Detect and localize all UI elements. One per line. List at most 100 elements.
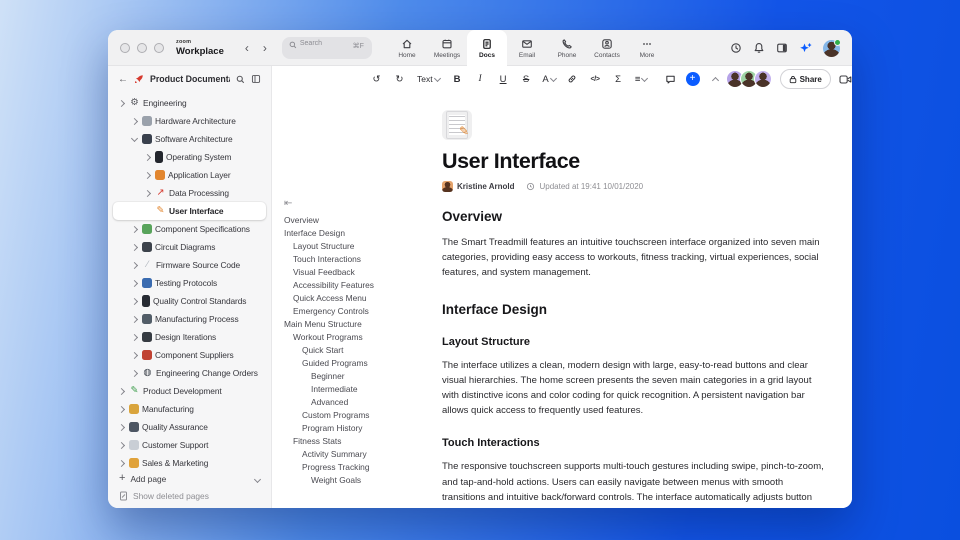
redo-button[interactable]: ↻ — [389, 71, 410, 88]
tab-phone[interactable]: Phone — [547, 30, 587, 66]
sidebar-item-customer-support[interactable]: Customer Support — [113, 436, 266, 454]
main-panel: ↺ ↻ Text B I U S A </> Σ ≡ + Share ⇤ Ove… — [272, 66, 852, 508]
sidebar-item-operating-system[interactable]: Operating System — [113, 148, 266, 166]
strikethrough-button[interactable]: S — [516, 71, 537, 88]
insert-block-button[interactable]: + — [685, 72, 700, 86]
collapse-toolbar-icon[interactable] — [705, 71, 726, 88]
outline-item-beginner[interactable]: Beginner — [284, 370, 432, 383]
workspace-title[interactable]: Product Documenta... — [150, 74, 230, 84]
close-window-button[interactable] — [120, 43, 130, 53]
sidebar-panel-icon[interactable] — [251, 74, 261, 84]
recents-icon[interactable] — [730, 42, 742, 54]
collapse-outline-icon[interactable]: ⇤ — [284, 198, 432, 209]
text-style-dropdown[interactable]: Text — [415, 71, 442, 88]
search-input[interactable]: Search ⌘F — [281, 37, 372, 59]
outline-item-visual-feedback[interactable]: Visual Feedback — [284, 266, 432, 279]
outline-item-quick-access-menu[interactable]: Quick Access Menu — [284, 292, 432, 305]
sidebar-item-circuit-diagrams[interactable]: Circuit Diagrams — [113, 238, 266, 256]
tab-home[interactable]: Home — [387, 30, 427, 66]
page-emoji-memo-icon[interactable]: ✎ — [442, 110, 472, 140]
outline-item-interface-design[interactable]: Interface Design — [284, 227, 432, 240]
outline-item-activity-summary[interactable]: Activity Summary — [284, 448, 432, 461]
collapse-pages-icon[interactable] — [253, 474, 262, 484]
outline-item-main-menu-structure[interactable]: Main Menu Structure — [284, 318, 432, 331]
sidebar-item-firmware-source-code[interactable]: ∕ Firmware Source Code — [113, 256, 266, 274]
tab-docs[interactable]: Docs — [467, 30, 507, 66]
sidebar-item-quality-assurance[interactable]: Quality Assurance — [113, 418, 266, 436]
sidebar-item-manufacturing[interactable]: Manufacturing — [113, 400, 266, 418]
sidebar-item-application-layer[interactable]: Application Layer — [113, 166, 266, 184]
outline-item-touch-interactions[interactable]: Touch Interactions — [284, 253, 432, 266]
outline-item-overview[interactable]: Overview — [284, 214, 432, 227]
outline-item-layout-structure[interactable]: Layout Structure — [284, 240, 432, 253]
page-label: Firmware Source Code — [156, 260, 241, 270]
workspace-back-icon[interactable]: ← — [118, 74, 128, 85]
sidebar-item-engineering-change-orders[interactable]: ◍ Engineering Change Orders — [113, 364, 266, 382]
user-avatar[interactable] — [823, 38, 841, 57]
align-dropdown[interactable]: ≡ — [631, 71, 652, 88]
undo-button[interactable]: ↺ — [366, 71, 387, 88]
chevron-right-icon — [130, 297, 139, 305]
outline-item-emergency-controls[interactable]: Emergency Controls — [284, 305, 432, 318]
screwdriver-icon: ∕ — [146, 259, 149, 271]
sidebar-item-software-architecture[interactable]: Software Architecture — [113, 130, 266, 148]
document-title[interactable]: User Interface — [442, 149, 826, 174]
link-icon[interactable] — [562, 71, 583, 88]
outline-item-intermediate[interactable]: Intermediate — [284, 383, 432, 396]
sidebar-item-hardware-architecture[interactable]: Hardware Architecture — [113, 112, 266, 130]
video-call-icon[interactable] — [839, 74, 852, 85]
chevron-right-icon — [117, 99, 126, 107]
tab-contacts[interactable]: Contacts — [587, 30, 627, 66]
sidebar-item-manufacturing-process[interactable]: Manufacturing Process — [113, 310, 266, 328]
ai-companion-icon[interactable] — [799, 42, 812, 55]
document-area[interactable]: ⇤ Overview Interface Design Layout Structu… — [272, 92, 852, 508]
sidebar-item-data-processing[interactable]: ↗ Data Processing — [113, 184, 266, 202]
sidebar-search-icon[interactable] — [236, 75, 245, 84]
outline-item-workout-programs[interactable]: Workout Programs — [284, 331, 432, 344]
equation-icon[interactable]: Σ — [608, 71, 629, 88]
outline-item-quick-start[interactable]: Quick Start — [284, 344, 432, 357]
tab-meetings[interactable]: Meetings — [427, 30, 467, 66]
notifications-bell-icon[interactable] — [753, 42, 765, 54]
sidebar-item-product-development[interactable]: ✎ Product Development — [113, 382, 266, 400]
outline-item-advanced[interactable]: Advanced — [284, 396, 432, 409]
side-panel-toggle-icon[interactable] — [776, 42, 788, 54]
outline-item-progress-tracking[interactable]: Progress Tracking — [284, 461, 432, 474]
comment-icon[interactable] — [660, 71, 681, 88]
outline-item-accessibility-features[interactable]: Accessibility Features — [284, 279, 432, 292]
page-label: Manufacturing Process — [155, 314, 239, 324]
outline-item-program-history[interactable]: Program History — [284, 422, 432, 435]
tab-more[interactable]: More — [627, 30, 667, 66]
sidebar-item-user-interface[interactable]: ✎ User Interface — [113, 202, 266, 220]
share-button[interactable]: Share — [779, 69, 831, 89]
author-name: Kristine Arnold — [457, 182, 515, 191]
outline-item-custom-programs[interactable]: Custom Programs — [284, 409, 432, 422]
collaborator-avatar[interactable] — [753, 70, 772, 88]
nav-back-button[interactable]: ‹ — [238, 42, 256, 54]
underline-button[interactable]: U — [493, 71, 514, 88]
sidebar-item-engineering[interactable]: ⚙ Engineering — [113, 94, 266, 112]
minimize-window-button[interactable] — [137, 43, 147, 53]
sidebar-item-component-specifications[interactable]: Component Specifications — [113, 220, 266, 238]
sidebar-item-quality-control-standards[interactable]: Quality Control Standards — [113, 292, 266, 310]
sidebar-item-testing-protocols[interactable]: Testing Protocols — [113, 274, 266, 292]
page-label: Design Iterations — [155, 332, 217, 342]
chevron-right-icon — [130, 117, 139, 125]
sidebar-item-design-iterations[interactable]: Design Iterations — [113, 328, 266, 346]
outline-item-guided-programs[interactable]: Guided Programs — [284, 357, 432, 370]
italic-button[interactable]: I — [470, 71, 491, 88]
show-deleted-pages-button[interactable]: Show deleted pages — [113, 487, 266, 504]
text-color-dropdown[interactable]: A — [539, 71, 560, 88]
sidebar-item-component-suppliers[interactable]: Component Suppliers — [113, 346, 266, 364]
outline-item-weight-goals[interactable]: Weight Goals — [284, 474, 432, 487]
zoom-window-button[interactable] — [154, 43, 164, 53]
page-label: Component Suppliers — [155, 350, 234, 360]
nav-forward-button[interactable]: › — [256, 42, 274, 54]
outline-item-fitness-stats[interactable]: Fitness Stats — [284, 435, 432, 448]
bold-button[interactable]: B — [447, 71, 468, 88]
tab-email[interactable]: Email — [507, 30, 547, 66]
add-page-button[interactable]: + Add page — [113, 470, 266, 487]
code-icon[interactable]: </> — [585, 71, 606, 88]
sidebar-item-sales-marketing[interactable]: Sales & Marketing — [113, 454, 266, 470]
doc-paragraph: The responsive touchscreen supports mult… — [442, 461, 824, 508]
